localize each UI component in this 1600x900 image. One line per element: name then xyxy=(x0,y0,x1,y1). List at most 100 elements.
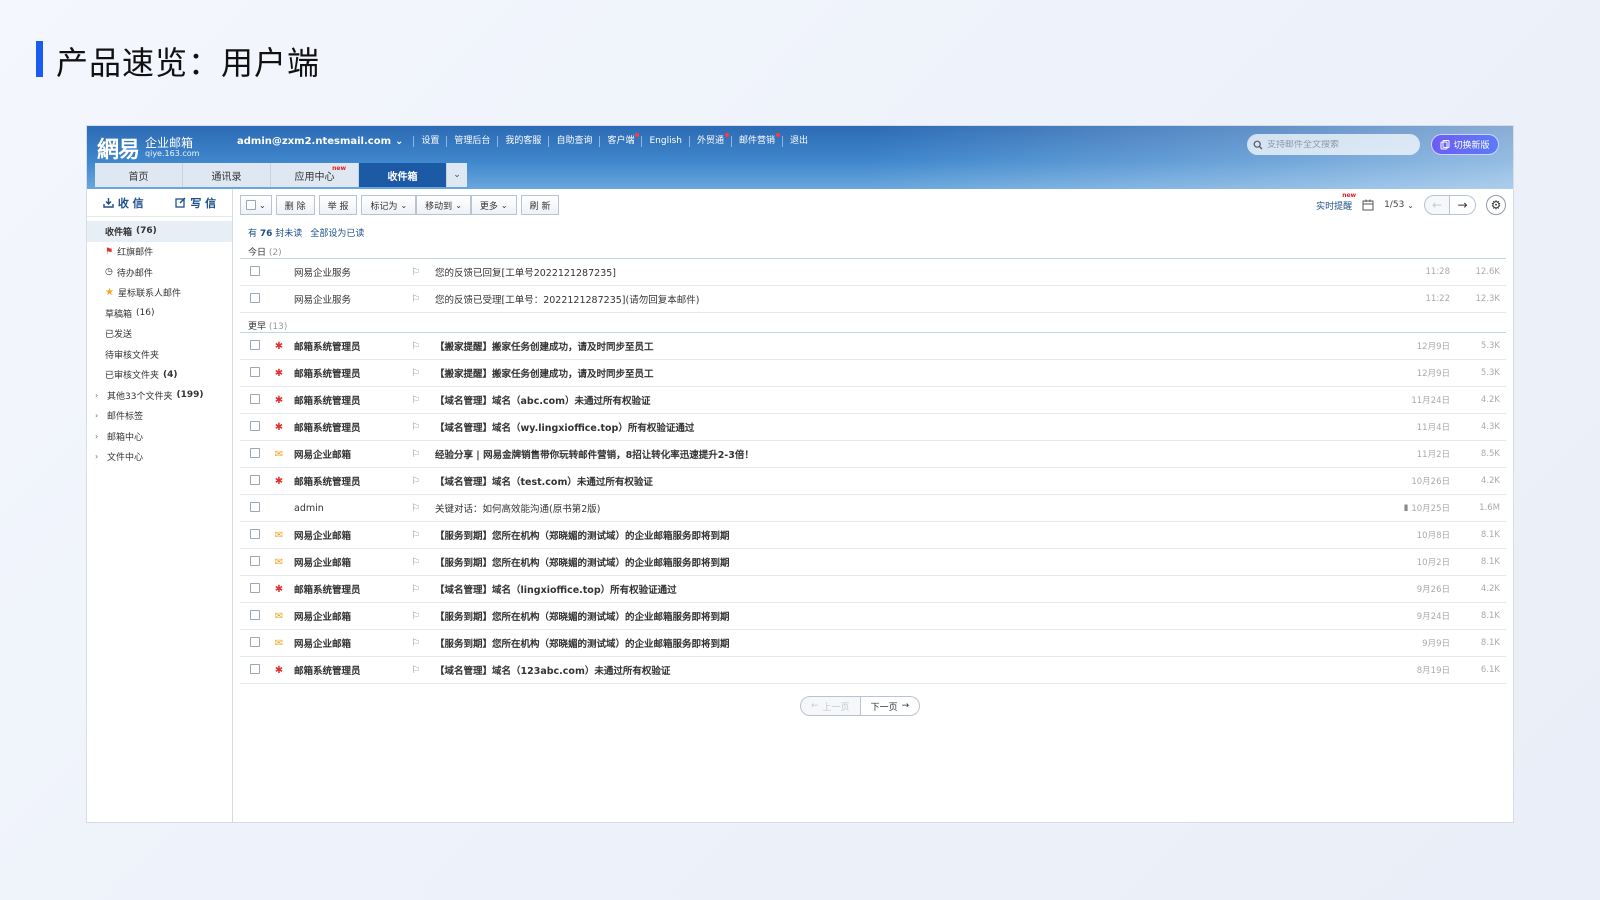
flag-icon[interactable]: ⚐ xyxy=(411,584,435,595)
sidebar-item-mailbox-center[interactable]: › 邮箱中心 xyxy=(87,426,232,447)
mail-subject[interactable]: 【搬家提醒】搬家任务创建成功，请及时同步至员工 xyxy=(435,366,1390,380)
row-checkbox[interactable] xyxy=(250,636,260,647)
flag-icon[interactable]: ⚐ xyxy=(411,503,435,514)
sidebar-item-sent[interactable]: 已发送 xyxy=(87,324,232,345)
sidebar-item-pending-review[interactable]: 待审核文件夹 xyxy=(87,344,232,365)
gear-icon[interactable]: ⚙ xyxy=(1486,195,1506,215)
row-checkbox[interactable] xyxy=(250,528,260,539)
mail-subject[interactable]: 【搬家提醒】搬家任务创建成功，请及时同步至员工 xyxy=(435,339,1390,353)
row-checkbox[interactable] xyxy=(250,366,260,377)
row-checkbox[interactable] xyxy=(250,420,260,431)
sidebar-item-file-center[interactable]: › 文件中心 xyxy=(87,447,232,468)
mail-row[interactable]: ✱ 邮箱系统管理员 ⚐ 【域名管理】域名（wy.lingxioffice.top）所有… xyxy=(240,414,1506,441)
mail-row[interactable]: ✉ 网易企业邮箱 ⚐ 【服务到期】您所在机构（郑晓媚的测试域）的企业邮箱服务即将到期 1… xyxy=(240,549,1506,576)
flag-icon[interactable]: ⚐ xyxy=(411,341,435,352)
mark-all-read-link[interactable]: 全部设为已读 xyxy=(310,226,364,239)
page-indicator[interactable]: 1/53 ⌄ xyxy=(1384,200,1414,210)
mail-row[interactable]: ✱ 邮箱系统管理员 ⚐ 【域名管理】域名（test.com）未通过所有权验证 10月26… xyxy=(240,468,1506,495)
tab-more-dropdown[interactable]: ⌄ xyxy=(447,163,467,187)
switch-version-button[interactable]: 切换新版 xyxy=(1431,134,1499,155)
nav-self-query[interactable]: 自助查询 xyxy=(548,136,599,147)
nav-foreign-trade[interactable]: 外贸通 xyxy=(688,133,731,147)
sidebar-item-other-folders[interactable]: › 其他33个文件夹 (199) xyxy=(87,385,232,406)
mail-subject[interactable]: 【域名管理】域名（abc.com）未通过所有权验证 xyxy=(435,393,1390,407)
tab-app-center[interactable]: 应用中心 new xyxy=(271,163,359,187)
mail-row[interactable]: ✱ 邮箱系统管理员 ⚐ 【域名管理】域名（abc.com）未通过所有权验证 11月24日… xyxy=(240,387,1506,414)
mark-as-dropdown[interactable]: 标记为 ⌄ xyxy=(361,195,417,215)
prev-page-button[interactable]: ← 上一页 xyxy=(800,696,861,716)
next-page-button[interactable]: 下一页 → xyxy=(860,696,921,716)
mail-row[interactable]: ✉ 网易企业邮箱 ⚐ 【服务到期】您所在机构（郑晓媚的测试域）的企业邮箱服务即将到期 9… xyxy=(240,603,1506,630)
next-page-arrow-icon[interactable]: → xyxy=(1450,195,1476,215)
mail-row[interactable]: ✉ 网易企业邮箱 ⚐ 【服务到期】您所在机构（郑晓媚的测试域）的企业邮箱服务即将到期 9… xyxy=(240,630,1506,657)
flag-icon[interactable]: ⚐ xyxy=(411,611,435,622)
row-checkbox[interactable] xyxy=(250,292,260,303)
mail-row[interactable]: admin ⚐ 关键对话：如何高效能沟通(原书第2版) ▮ 10月25日 1.6M xyxy=(240,495,1506,522)
tab-home[interactable]: 首页 xyxy=(95,163,183,187)
mail-subject[interactable]: 【域名管理】域名（wy.lingxioffice.top）所有权验证通过 xyxy=(435,420,1390,434)
move-to-dropdown[interactable]: 移动到 ⌄ xyxy=(416,195,471,215)
row-checkbox[interactable] xyxy=(250,501,260,512)
mail-row[interactable]: 网易企业服务 ⚐ 您的反馈已回复[工单号2022121287235] 11:28 12.… xyxy=(240,259,1506,286)
mail-subject[interactable]: 您的反馈已受理[工单号：2022121287235](请勿回复本邮件) xyxy=(435,292,1390,306)
mail-row[interactable]: ✉ 网易企业邮箱 ⚐ 【服务到期】您所在机构（郑晓媚的测试域）的企业邮箱服务即将到期 1… xyxy=(240,522,1506,549)
row-checkbox[interactable] xyxy=(250,663,260,674)
nav-mail-marketing[interactable]: 邮件营销 xyxy=(730,133,782,147)
mail-subject[interactable]: 【域名管理】域名（test.com）未通过所有权验证 xyxy=(435,474,1390,488)
sidebar-item-drafts[interactable]: 草稿箱 (16) xyxy=(87,303,232,324)
more-dropdown[interactable]: 更多 ⌄ xyxy=(470,195,517,215)
nav-support[interactable]: 我的客服 xyxy=(497,136,548,147)
flag-icon[interactable]: ⚐ xyxy=(411,476,435,487)
report-button[interactable]: 举 报 xyxy=(318,195,358,215)
flag-icon[interactable]: ⚐ xyxy=(411,422,435,433)
receive-mail-button[interactable]: 收 信 xyxy=(87,195,160,211)
nav-logout[interactable]: 退出 xyxy=(782,136,815,147)
select-all-dropdown[interactable]: ⌄ xyxy=(240,195,272,215)
flag-icon[interactable]: ⚐ xyxy=(411,665,435,676)
mail-subject[interactable]: 【服务到期】您所在机构（郑晓媚的测试域）的企业邮箱服务即将到期 xyxy=(435,609,1390,623)
mail-subject[interactable]: 关键对话：如何高效能沟通(原书第2版) xyxy=(435,501,1390,515)
calendar-icon[interactable] xyxy=(1362,199,1374,211)
mail-row[interactable]: ✱ 邮箱系统管理员 ⚐ 【搬家提醒】搬家任务创建成功，请及时同步至员工 12月9日 5.3… xyxy=(240,360,1506,387)
mail-subject[interactable]: 【服务到期】您所在机构（郑晓媚的测试域）的企业邮箱服务即将到期 xyxy=(435,636,1390,650)
tab-inbox[interactable]: 收件箱 xyxy=(359,163,447,187)
row-checkbox[interactable] xyxy=(250,393,260,404)
flag-icon[interactable]: ⚐ xyxy=(411,294,435,305)
flag-icon[interactable]: ⚐ xyxy=(411,638,435,649)
sidebar-item-reviewed[interactable]: 已审核文件夹 (4) xyxy=(87,365,232,386)
mail-subject[interactable]: 【服务到期】您所在机构（郑晓媚的测试域）的企业邮箱服务即将到期 xyxy=(435,555,1390,569)
row-checkbox[interactable] xyxy=(250,265,260,276)
flag-icon[interactable]: ⚐ xyxy=(411,368,435,379)
sidebar-item-mail-tags[interactable]: › 邮件标签 xyxy=(87,406,232,427)
compose-button[interactable]: 写 信 xyxy=(160,195,233,211)
refresh-button[interactable]: 刷 新 xyxy=(520,195,560,215)
account-menu[interactable]: admin@zxm2.ntesmail.com ⌄ xyxy=(237,136,403,147)
mail-subject[interactable]: 您的反馈已回复[工单号2022121287235] xyxy=(435,265,1390,279)
search-input[interactable] xyxy=(1267,139,1407,150)
delete-button[interactable]: 删 除 xyxy=(275,195,315,215)
sidebar-item-starred-contacts[interactable]: ★ 星标联系人邮件 xyxy=(87,283,232,304)
flag-icon[interactable]: ⚐ xyxy=(411,557,435,568)
row-checkbox[interactable] xyxy=(250,609,260,620)
flag-icon[interactable]: ⚐ xyxy=(411,530,435,541)
row-checkbox[interactable] xyxy=(250,339,260,350)
tab-contacts[interactable]: 通讯录 xyxy=(183,163,271,187)
sidebar-item-todo[interactable]: ◷ 待办邮件 xyxy=(87,262,232,283)
sidebar-item-inbox[interactable]: 收件箱 (76) xyxy=(87,221,232,242)
nav-admin[interactable]: 管理后台 xyxy=(446,136,497,147)
mail-row[interactable]: 网易企业服务 ⚐ 您的反馈已受理[工单号：2022121287235](请勿回复本邮… xyxy=(240,286,1506,313)
flag-icon[interactable]: ⚐ xyxy=(411,449,435,460)
nav-settings[interactable]: 设置 xyxy=(413,136,446,147)
flag-icon[interactable]: ⚐ xyxy=(411,395,435,406)
prev-page-arrow-icon[interactable]: ← xyxy=(1424,195,1450,215)
mail-row[interactable]: ✱ 邮箱系统管理员 ⚐ 【域名管理】域名（lingxioffice.top）所有权验证… xyxy=(240,576,1506,603)
mail-row[interactable]: ✉ 网易企业邮箱 ⚐ 经验分享 | 网易金牌销售带你玩转邮件营销，8招让转化率迅速提升… xyxy=(240,441,1506,468)
realtime-alert-link[interactable]: 实时提醒 new xyxy=(1316,192,1356,212)
mail-row[interactable]: ✱ 邮箱系统管理员 ⚐ 【搬家提醒】搬家任务创建成功，请及时同步至员工 12月9日 5.3… xyxy=(240,333,1506,360)
sidebar-item-red-flag[interactable]: ⚑ 红旗邮件 xyxy=(87,242,232,263)
mail-row[interactable]: ✱ 邮箱系统管理员 ⚐ 【域名管理】域名（123abc.com）未通过所有权验证 8月1… xyxy=(240,657,1506,684)
logo[interactable]: 網易 企业邮箱 qiye.163.com xyxy=(97,132,199,164)
nav-client[interactable]: 客户端 xyxy=(599,133,641,147)
mail-subject[interactable]: 经验分享 | 网易金牌销售带你玩转邮件营销，8招让转化率迅速提升2-3倍！ xyxy=(435,447,1390,461)
row-checkbox[interactable] xyxy=(250,555,260,566)
